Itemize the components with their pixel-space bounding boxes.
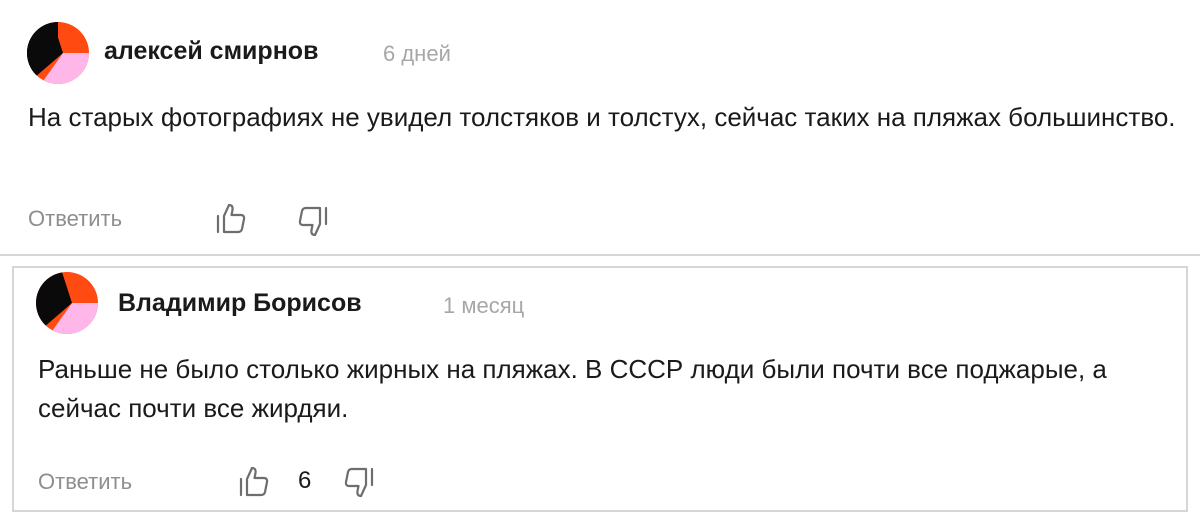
comment-card: Владимир Борисов 1 месяц Раньше не было … bbox=[12, 266, 1188, 512]
author-name[interactable]: алексей смирнов bbox=[104, 37, 318, 66]
reply-button[interactable]: Ответить bbox=[28, 206, 122, 232]
dislike-button[interactable] bbox=[296, 205, 330, 239]
comment-time: 6 дней bbox=[383, 41, 451, 66]
comment-text: На старых фотографиях не увидел толстяко… bbox=[28, 102, 1176, 132]
like-button[interactable] bbox=[214, 201, 248, 235]
avatar[interactable] bbox=[36, 272, 98, 334]
thumbs-up-icon bbox=[214, 201, 248, 235]
like-button[interactable] bbox=[237, 464, 271, 498]
author-name[interactable]: Владимир Борисов bbox=[118, 289, 362, 318]
avatar[interactable] bbox=[27, 22, 89, 84]
thumbs-up-icon bbox=[237, 464, 271, 498]
thumbs-down-icon bbox=[342, 466, 376, 500]
like-count: 6 bbox=[298, 467, 312, 494]
comment-time: 1 месяц bbox=[443, 293, 525, 318]
comment-text: Раньше не было столько жирных на пляжах.… bbox=[38, 354, 1107, 423]
reply-button[interactable]: Ответить bbox=[38, 469, 132, 495]
thumbs-down-icon bbox=[296, 205, 330, 239]
comment-card: алексей смирнов 6 дней На старых фотогра… bbox=[0, 0, 1200, 256]
dislike-button[interactable] bbox=[342, 466, 376, 500]
